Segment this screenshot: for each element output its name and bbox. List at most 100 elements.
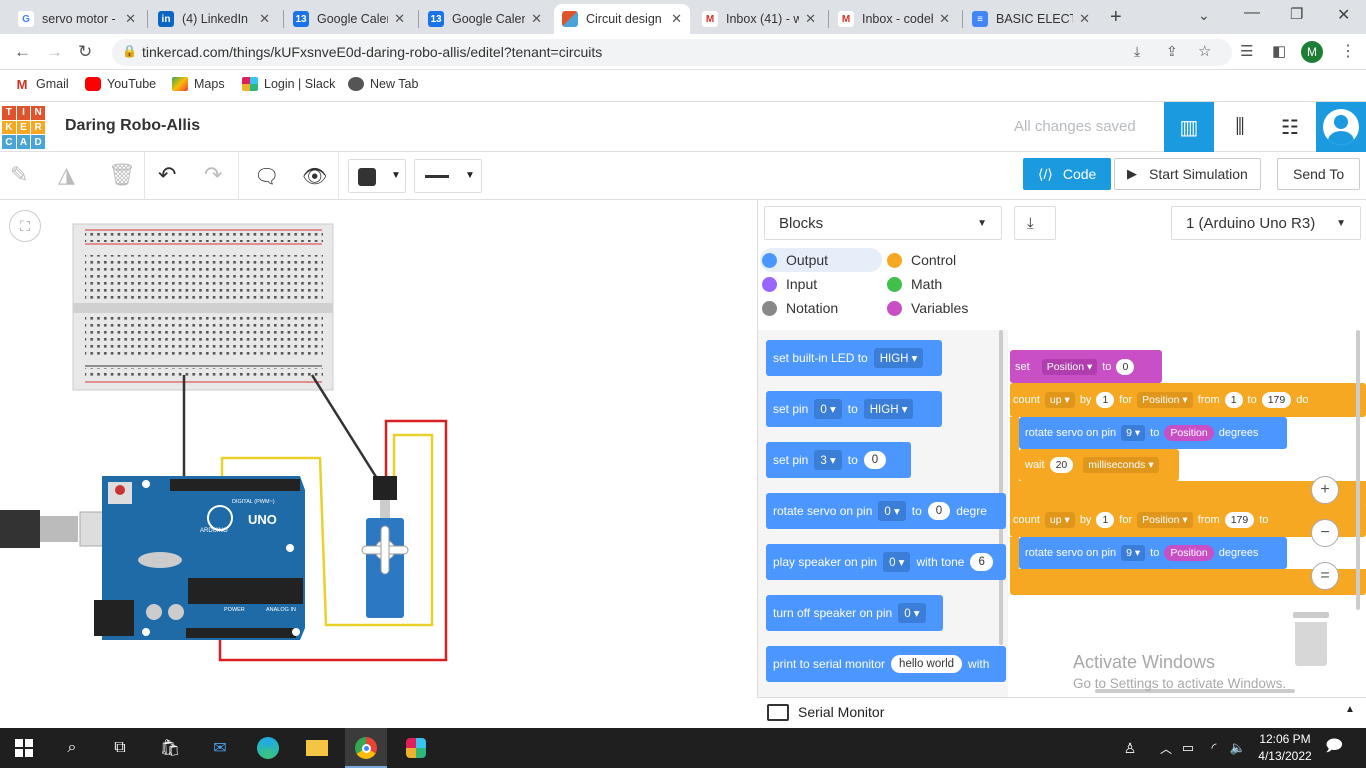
delete-icon[interactable]: 🗑: [108, 162, 136, 188]
caret-up-icon[interactable]: ▲: [1345, 704, 1355, 715]
new-tab-button[interactable]: +: [1110, 6, 1122, 29]
ws-wait-block[interactable]: wait 20 milliseconds ▾: [1019, 449, 1179, 481]
browser-tab[interactable]: ≡ BASIC ELECTR ✕: [964, 4, 1098, 34]
bookmark-youtube[interactable]: YouTube: [85, 77, 156, 91]
browser-tab[interactable]: 13 Google Calen ✕: [285, 4, 413, 34]
circuit-canvas[interactable]: ⛶ UNO ARDUINO DIGITAL (PWM~) POWER ANALO…: [0, 200, 757, 728]
close-tab-icon[interactable]: ✕: [1079, 11, 1090, 27]
restore-button[interactable]: ❐: [1290, 5, 1303, 23]
reload-icon[interactable]: ↻: [78, 42, 92, 62]
profile-avatar[interactable]: M: [1301, 41, 1323, 63]
menu-kebab-icon[interactable]: ⋮: [1340, 41, 1356, 61]
palette-scrollbar[interactable]: [999, 330, 1003, 645]
notifications-icon[interactable]: 🗩: [1322, 736, 1346, 760]
flip-icon[interactable]: ◮: [58, 162, 75, 188]
browser-tab[interactable]: M Inbox (41) - w ✕: [694, 4, 824, 34]
battery-icon[interactable]: ▭: [1176, 736, 1200, 760]
file-explorer-icon[interactable]: [305, 736, 329, 760]
notes-visibility-icon[interactable]: 👁: [302, 164, 327, 189]
ws-rotate-servo-2[interactable]: rotate servo on pin 9 ▾ to Position degr…: [1019, 537, 1287, 569]
note-icon[interactable]: 🗨: [254, 164, 279, 189]
workspace-vscrollbar[interactable]: [1356, 330, 1360, 610]
reset-zoom-icon[interactable]: =: [1311, 562, 1339, 590]
block-print-serial[interactable]: print to serial monitor hello world with: [766, 646, 1006, 682]
component-list-icon[interactable]: ☷: [1265, 102, 1315, 152]
serial-monitor-bar[interactable]: Serial Monitor ▲: [757, 697, 1366, 728]
bookmark-maps[interactable]: Maps: [172, 77, 225, 91]
ws-rotate-servo-1[interactable]: rotate servo on pin 9 ▾ to Position degr…: [1019, 417, 1287, 449]
chrome-icon[interactable]: [354, 736, 378, 760]
close-window-button[interactable]: ✕: [1337, 5, 1350, 25]
send-to-button[interactable]: Send To: [1277, 158, 1361, 190]
block-turn-off-speaker[interactable]: turn off speaker on pin 0 ▾: [766, 595, 943, 631]
mail-icon[interactable]: ✉: [208, 736, 232, 760]
share-icon[interactable]: ⇪: [1166, 43, 1178, 60]
tinkercad-logo[interactable]: T I N K E R C A D: [2, 106, 45, 149]
browser-tab[interactable]: G servo motor - ✕: [10, 4, 144, 34]
clock-date[interactable]: 4/13/2022: [1252, 749, 1318, 763]
color-picker[interactable]: ▼: [348, 159, 406, 193]
browser-tab[interactable]: 13 Google Calen ✕: [420, 4, 550, 34]
wifi-icon[interactable]: ◜: [1202, 736, 1226, 760]
browser-tab[interactable]: M Inbox - codeh ✕: [830, 4, 958, 34]
user-avatar[interactable]: [1316, 102, 1366, 152]
device-dropdown[interactable]: 1 (Arduino Uno R3) ▼: [1171, 206, 1361, 240]
category-notation[interactable]: Notation: [762, 300, 838, 316]
close-tab-icon[interactable]: ✕: [394, 11, 405, 27]
close-tab-icon[interactable]: ✕: [939, 11, 950, 27]
download-code-button[interactable]: ⤓: [1014, 206, 1056, 240]
search-icon[interactable]: ⌕: [60, 736, 84, 760]
clock-time[interactable]: 12:06 PM: [1255, 732, 1315, 746]
close-tab-icon[interactable]: ✕: [531, 11, 542, 27]
forward-arrow-icon[interactable]: →: [46, 42, 63, 62]
windows-start-icon[interactable]: [12, 736, 36, 760]
category-output[interactable]: Output: [762, 252, 828, 268]
store-icon[interactable]: 🛍: [158, 736, 182, 760]
back-arrow-icon[interactable]: ←: [14, 42, 31, 62]
close-tab-icon[interactable]: ✕: [259, 11, 270, 27]
block-set-pin-analog[interactable]: set pin 3 ▾ to 0: [766, 442, 911, 478]
trash-icon[interactable]: [1293, 612, 1329, 666]
slack-icon[interactable]: [404, 736, 428, 760]
chevron-up-icon[interactable]: ︿: [1154, 736, 1178, 760]
bookmark-gmail[interactable]: M Gmail: [14, 77, 69, 92]
category-math[interactable]: Math: [887, 276, 942, 292]
block-rotate-servo[interactable]: rotate servo on pin 0 ▾ to 0 degre: [766, 493, 1006, 529]
wire-style-picker[interactable]: ▼: [414, 159, 482, 193]
bookmark-new-tab[interactable]: New Tab: [348, 77, 418, 91]
people-icon[interactable]: ♙: [1118, 736, 1142, 760]
rotate-icon[interactable]: ✎: [10, 162, 28, 188]
category-variables[interactable]: Variables: [887, 300, 968, 316]
volume-icon[interactable]: 🔈: [1226, 736, 1250, 760]
category-control[interactable]: Control: [887, 252, 956, 268]
code-button[interactable]: ⟨/⟩ Code: [1023, 158, 1112, 190]
zoom-out-icon[interactable]: −: [1311, 519, 1339, 547]
tab-search-icon[interactable]: ⌄: [1198, 7, 1210, 24]
undo-icon[interactable]: ↶: [158, 162, 176, 188]
project-title[interactable]: Daring Robo-Allis: [65, 117, 200, 135]
zoom-in-icon[interactable]: +: [1311, 476, 1339, 504]
side-panel-icon[interactable]: ◧: [1272, 42, 1286, 60]
url-field[interactable]: 🔒 tinkercad.com/things/kUFxsnveE0d-darin…: [112, 39, 1232, 66]
task-view-icon[interactable]: ⧉: [108, 736, 132, 760]
redo-icon[interactable]: ↷: [204, 162, 222, 188]
browser-tab[interactable]: in (4) LinkedIn ✕: [150, 4, 278, 34]
bookmark-slack[interactable]: Login | Slack: [242, 77, 335, 91]
category-input[interactable]: Input: [762, 276, 817, 292]
schematic-view-icon[interactable]: ⫼: [1215, 102, 1265, 152]
install-icon[interactable]: ⤓: [1134, 43, 1140, 60]
close-tab-icon[interactable]: ✕: [805, 11, 816, 27]
ws-set-variable-block[interactable]: set Position ▾ to 0: [1010, 350, 1162, 383]
ws-count-loop-1[interactable]: count up ▾ by 1 for Position ▾ from 1 to…: [1010, 383, 1366, 417]
close-tab-icon[interactable]: ✕: [125, 11, 136, 27]
start-simulation-button[interactable]: ▶ Start Simulation: [1114, 158, 1261, 190]
block-set-builtin-led[interactable]: set built-in LED to HIGH ▾: [766, 340, 942, 376]
browser-tab-active[interactable]: Circuit design ✕: [554, 4, 690, 34]
block-set-pin-digital[interactable]: set pin 0 ▾ to HIGH ▾: [766, 391, 942, 427]
block-play-speaker[interactable]: play speaker on pin 0 ▾ with tone 6: [766, 544, 1006, 580]
reading-list-icon[interactable]: ☰: [1240, 42, 1253, 60]
circuit-view-icon[interactable]: ▥: [1164, 102, 1214, 152]
bookmark-star-icon[interactable]: ☆: [1198, 42, 1211, 60]
close-tab-icon[interactable]: ✕: [671, 11, 682, 27]
editor-mode-dropdown[interactable]: Blocks ▼: [764, 206, 1002, 240]
